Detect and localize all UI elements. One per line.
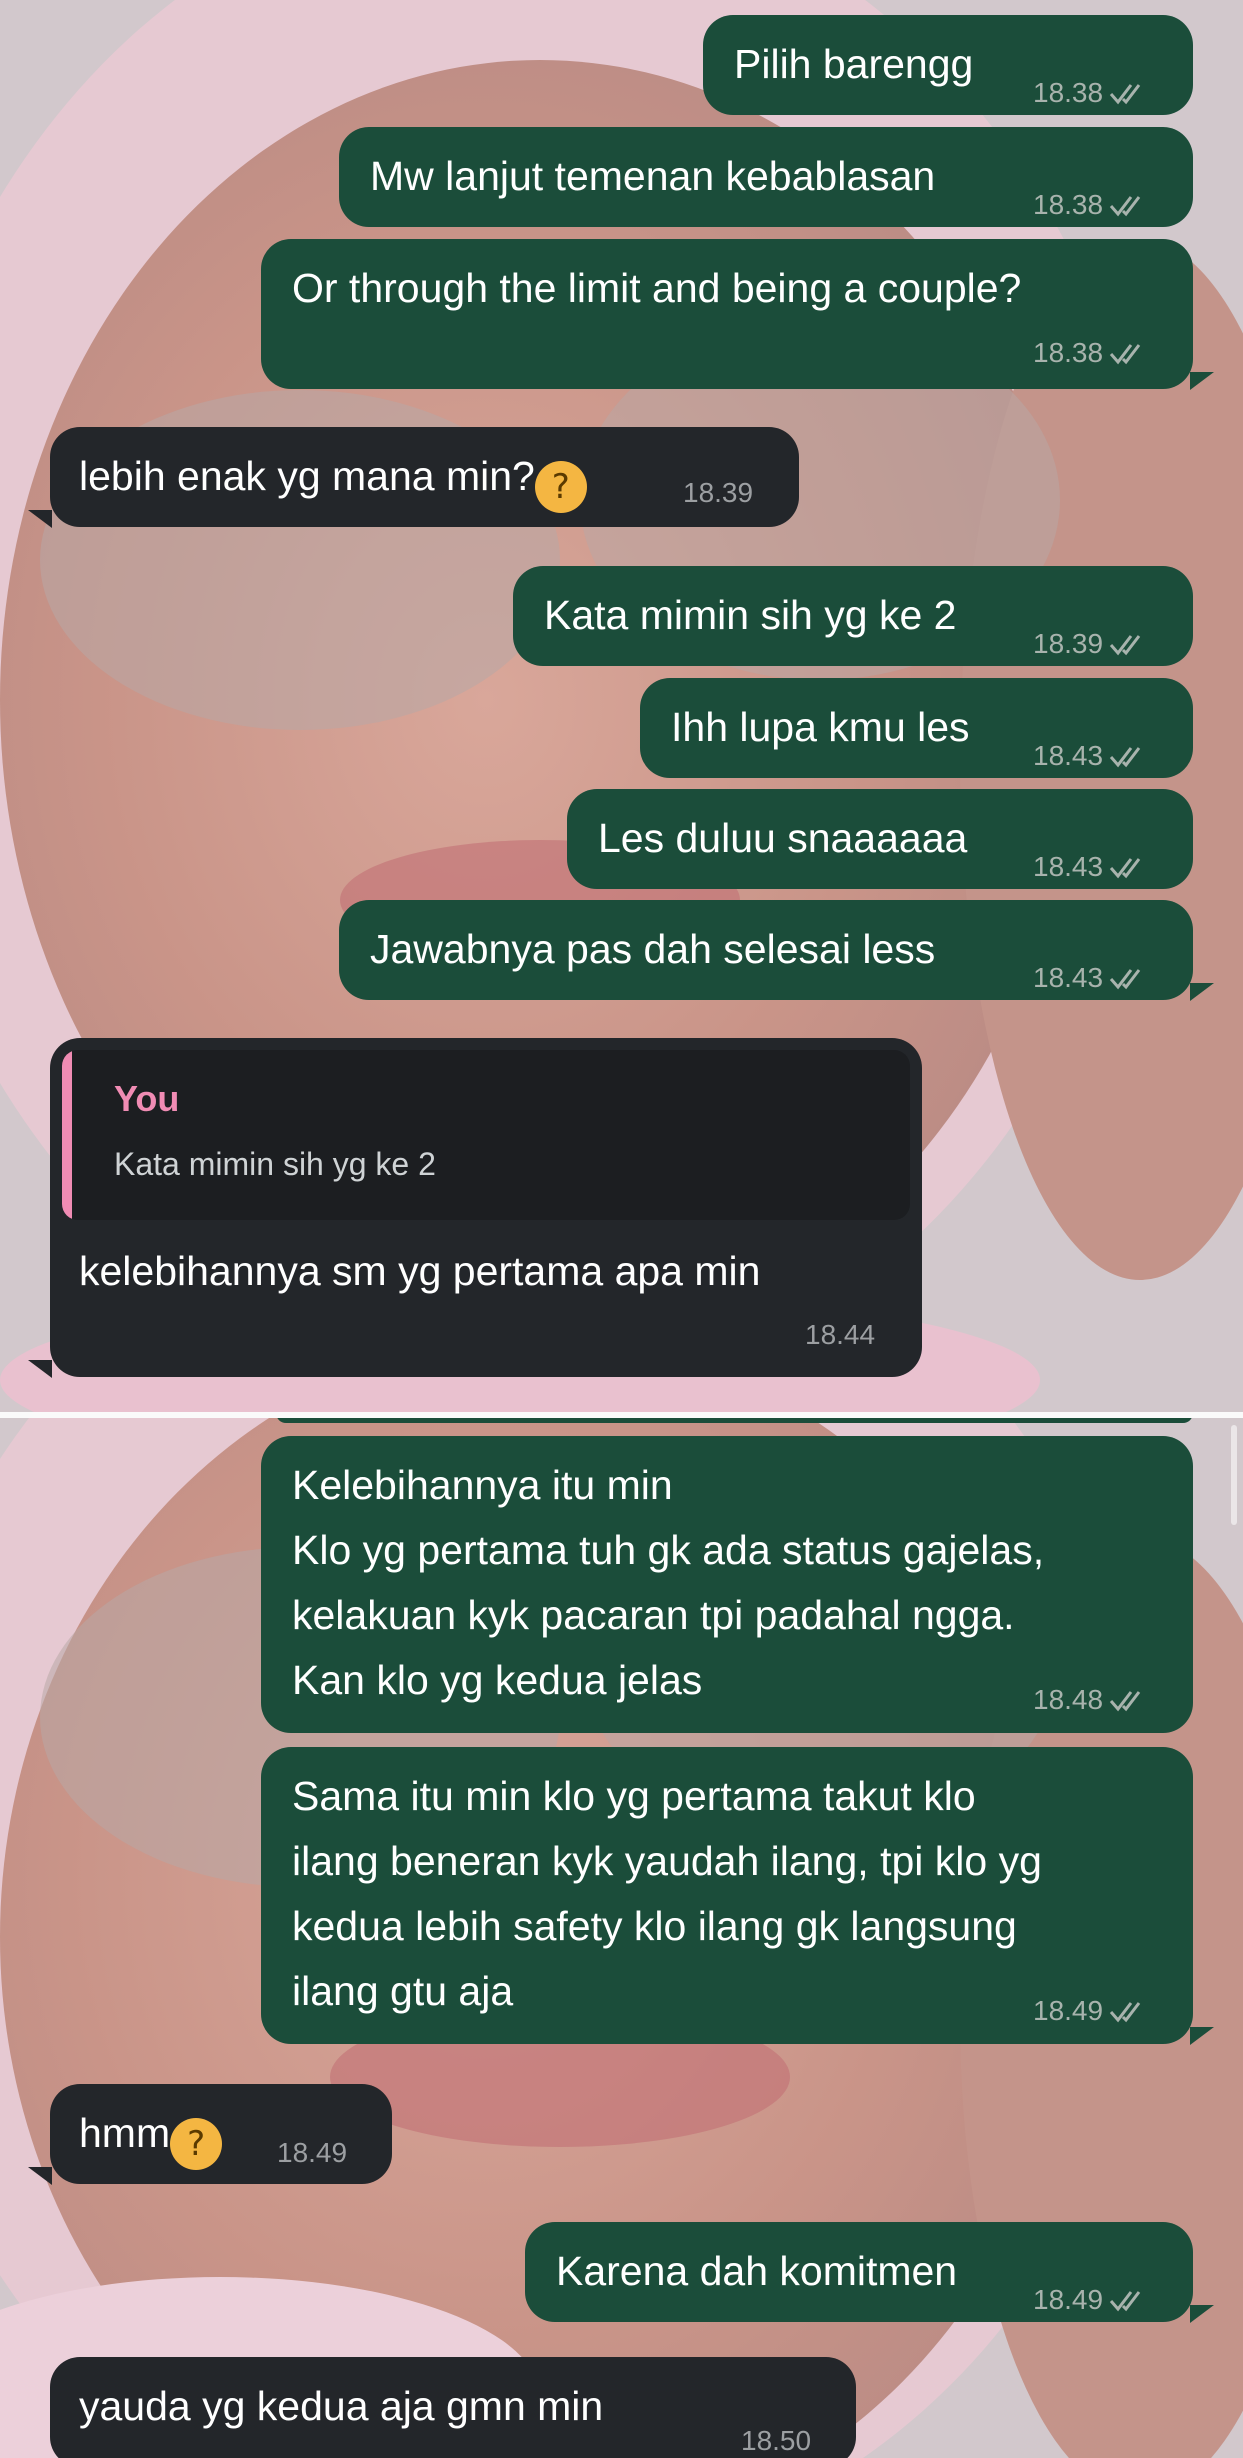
message-time: 18.49 [277, 2137, 348, 2168]
message-text: yauda yg kedua aja gmn min [79, 2383, 604, 2429]
message-time: 18.38 [1033, 77, 1104, 108]
chat-panel-bottom: Kelebihannya itu min Klo yg pertama tuh … [0, 1417, 1243, 2458]
message-meta: 18.43 [1033, 851, 1147, 883]
message-text: Ihh lupa kmu les [671, 704, 970, 750]
double-check-icon [1109, 2002, 1141, 2023]
quote-accent-bar [62, 1050, 72, 1220]
double-check-icon [1109, 635, 1141, 656]
message-incoming[interactable]: lebih enak yg mana min?? 18.39 [50, 427, 799, 527]
message-meta: 18.49 [1033, 2284, 1147, 2316]
message-time: 18.49 [1033, 1995, 1104, 2026]
double-check-icon [1109, 858, 1141, 879]
message-text: Kan klo yg kedua jelas [292, 1657, 703, 1703]
message-meta: 18.50 [741, 2425, 811, 2457]
scrollbar[interactable] [1231, 1425, 1237, 1525]
message-text-content: lebih enak yg mana min? [79, 453, 535, 499]
message-time: 18.48 [1033, 1684, 1104, 1715]
double-check-icon [1109, 344, 1141, 365]
message-time: 18.43 [1033, 962, 1104, 993]
double-check-icon [1109, 2291, 1141, 2312]
message-text: Sama itu min klo yg pertama takut klo [292, 1773, 976, 1819]
bubble-tail [1190, 2305, 1214, 2323]
message-text: kedua lebih safety klo ilang gk langsung [292, 1903, 1017, 1949]
message-meta: 18.39 [1033, 628, 1147, 660]
message-text: Jawabnya pas dah selesai less [370, 926, 936, 972]
message-meta: 18.38 [1033, 189, 1147, 221]
message-time: 18.39 [1033, 628, 1104, 659]
double-check-icon [1109, 196, 1141, 217]
message-meta: 18.38 [1033, 337, 1147, 369]
message-incoming-reply[interactable]: You Kata mimin sih yg ke 2 kelebihannya … [50, 1038, 922, 1377]
message-outgoing[interactable]: Ihh lupa kmu les 18.43 [640, 678, 1193, 778]
message-incoming[interactable]: hmm? 18.49 [50, 2084, 392, 2184]
message-text: Klo yg pertama tuh gk ada status gajelas… [292, 1527, 1045, 1573]
message-text: hmm? [79, 2101, 223, 2170]
message-text: Pilih barengg [734, 41, 974, 87]
message-meta: 18.39 [683, 477, 753, 509]
message-meta: 18.49 [277, 2137, 347, 2169]
message-incoming[interactable]: yauda yg kedua aja gmn min 18.50 [50, 2357, 856, 2458]
bubble-tail [28, 510, 52, 528]
thinking-face-emoji: ? [534, 461, 587, 513]
message-text: lebih enak yg mana min?? [79, 444, 587, 513]
message-text: ilang beneran kyk yaudah ilang, tpi klo … [292, 1838, 1042, 1884]
bubble-tail [28, 1360, 52, 1378]
message-text: Karena dah komitmen [556, 2248, 958, 2294]
message-text: Or through the limit and being a couple? [292, 265, 1022, 311]
message-outgoing[interactable]: Pilih barengg 18.38 [703, 15, 1193, 115]
message-time: 18.50 [741, 2425, 812, 2456]
message-outgoing[interactable]: Or through the limit and being a couple?… [261, 239, 1193, 389]
message-time: 18.43 [1033, 851, 1104, 882]
message-text: Kelebihannya itu min [292, 1462, 673, 1508]
message-time: 18.43 [1033, 740, 1104, 771]
message-meta: 18.48 [1033, 1684, 1147, 1716]
message-outgoing[interactable]: Karena dah komitmen 18.49 [525, 2222, 1193, 2322]
quote-author: You [114, 1078, 180, 1119]
message-text: kelakuan kyk pacaran tpi padahal ngga. [292, 1592, 1015, 1638]
message-meta: 18.49 [1033, 1995, 1147, 2027]
bubble-tail [1190, 372, 1214, 390]
message-meta: 18.44 [805, 1319, 875, 1351]
bubble-tail [28, 2167, 52, 2185]
message-outgoing[interactable]: Jawabnya pas dah selesai less 18.43 [339, 900, 1193, 1000]
message-text: Mw lanjut temenan kebablasan [370, 153, 936, 199]
double-check-icon [1109, 84, 1141, 105]
quoted-message[interactable]: You Kata mimin sih yg ke 2 [62, 1050, 910, 1220]
message-meta: 18.38 [1033, 77, 1147, 109]
message-time: 18.38 [1033, 189, 1104, 220]
screenshot-divider [0, 1412, 1243, 1418]
message-outgoing[interactable]: Les duluu snaaaaaa 18.43 [567, 789, 1193, 889]
message-time: 18.49 [1033, 2284, 1104, 2315]
double-check-icon [1109, 969, 1141, 990]
message-text: Les duluu snaaaaaa [598, 815, 968, 861]
double-check-icon [1109, 747, 1141, 768]
message-time: 18.38 [1033, 337, 1104, 368]
message-meta: 18.43 [1033, 962, 1147, 994]
message-outgoing[interactable]: Sama itu min klo yg pertama takut klo il… [261, 1747, 1193, 2044]
message-meta: 18.43 [1033, 740, 1147, 772]
message-time: 18.44 [805, 1319, 876, 1350]
message-text-content: hmm [79, 2110, 171, 2156]
chat-panel-top: Pilih barengg 18.38 Mw lanjut temenan ke… [0, 0, 1243, 1417]
message-outgoing[interactable]: Mw lanjut temenan kebablasan 18.38 [339, 127, 1193, 227]
thinking-face-emoji: ? [170, 2118, 223, 2170]
message-outgoing[interactable]: Kata mimin sih yg ke 2 18.39 [513, 566, 1193, 666]
message-text: Kata mimin sih yg ke 2 [544, 592, 957, 638]
message-time: 18.39 [683, 477, 754, 508]
message-text: kelebihannya sm yg pertama apa min [79, 1248, 761, 1294]
bubble-tail [1190, 983, 1214, 1001]
message-outgoing[interactable]: Kelebihannya itu min Klo yg pertama tuh … [261, 1436, 1193, 1733]
quote-text: Kata mimin sih yg ke 2 [114, 1146, 436, 1182]
message-text: ilang gtu aja [292, 1968, 514, 2014]
bubble-tail [1190, 2027, 1214, 2045]
double-check-icon [1109, 1691, 1141, 1712]
